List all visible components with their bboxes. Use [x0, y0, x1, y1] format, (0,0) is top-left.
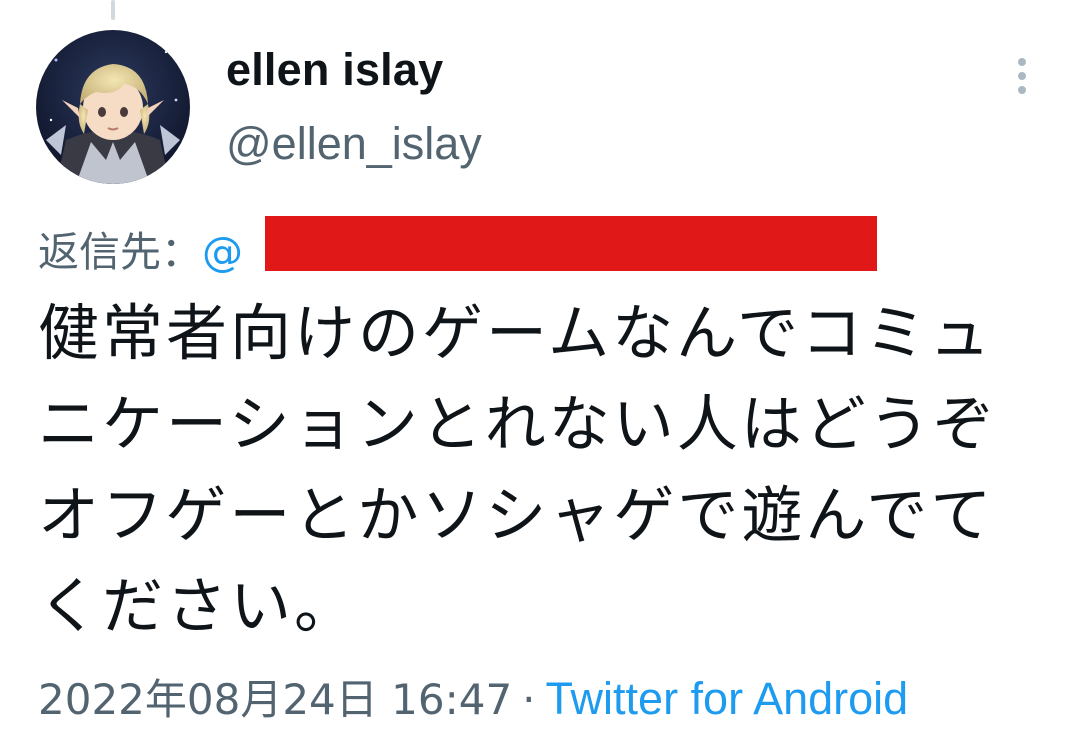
- more-vertical-icon: [1018, 72, 1026, 80]
- meta-separator: ·: [522, 675, 536, 724]
- tweet-text: 健常者向けのゲームなんでコミュニケーションとれない人はどうぞオフゲーとかソシャゲ…: [38, 298, 997, 642]
- avatar[interactable]: [36, 30, 190, 184]
- tweet-detail: ellen islay @ellen_islay 返信先：@ 健常者向けのゲーム…: [0, 0, 1080, 746]
- replying-to-mention[interactable]: @: [202, 228, 243, 276]
- tweet-source-link[interactable]: Twitter for Android: [546, 673, 909, 724]
- thread-connector-line: [111, 0, 115, 20]
- display-name[interactable]: ellen islay: [226, 44, 443, 96]
- tweet-metadata: 2022年08月24日 16:47 · Twitter for Android: [38, 666, 908, 727]
- more-vertical-icon: [1018, 86, 1026, 94]
- user-handle[interactable]: @ellen_islay: [226, 118, 482, 170]
- replying-to-label: 返信先：: [38, 228, 202, 276]
- redaction-bar: [265, 216, 877, 271]
- more-vertical-icon: [1018, 58, 1026, 66]
- tweet-timestamp[interactable]: 2022年08月24日 16:47: [38, 675, 512, 724]
- more-options-button[interactable]: [1006, 56, 1038, 96]
- replying-to: 返信先：@: [38, 218, 243, 276]
- avatar-image: [36, 30, 190, 184]
